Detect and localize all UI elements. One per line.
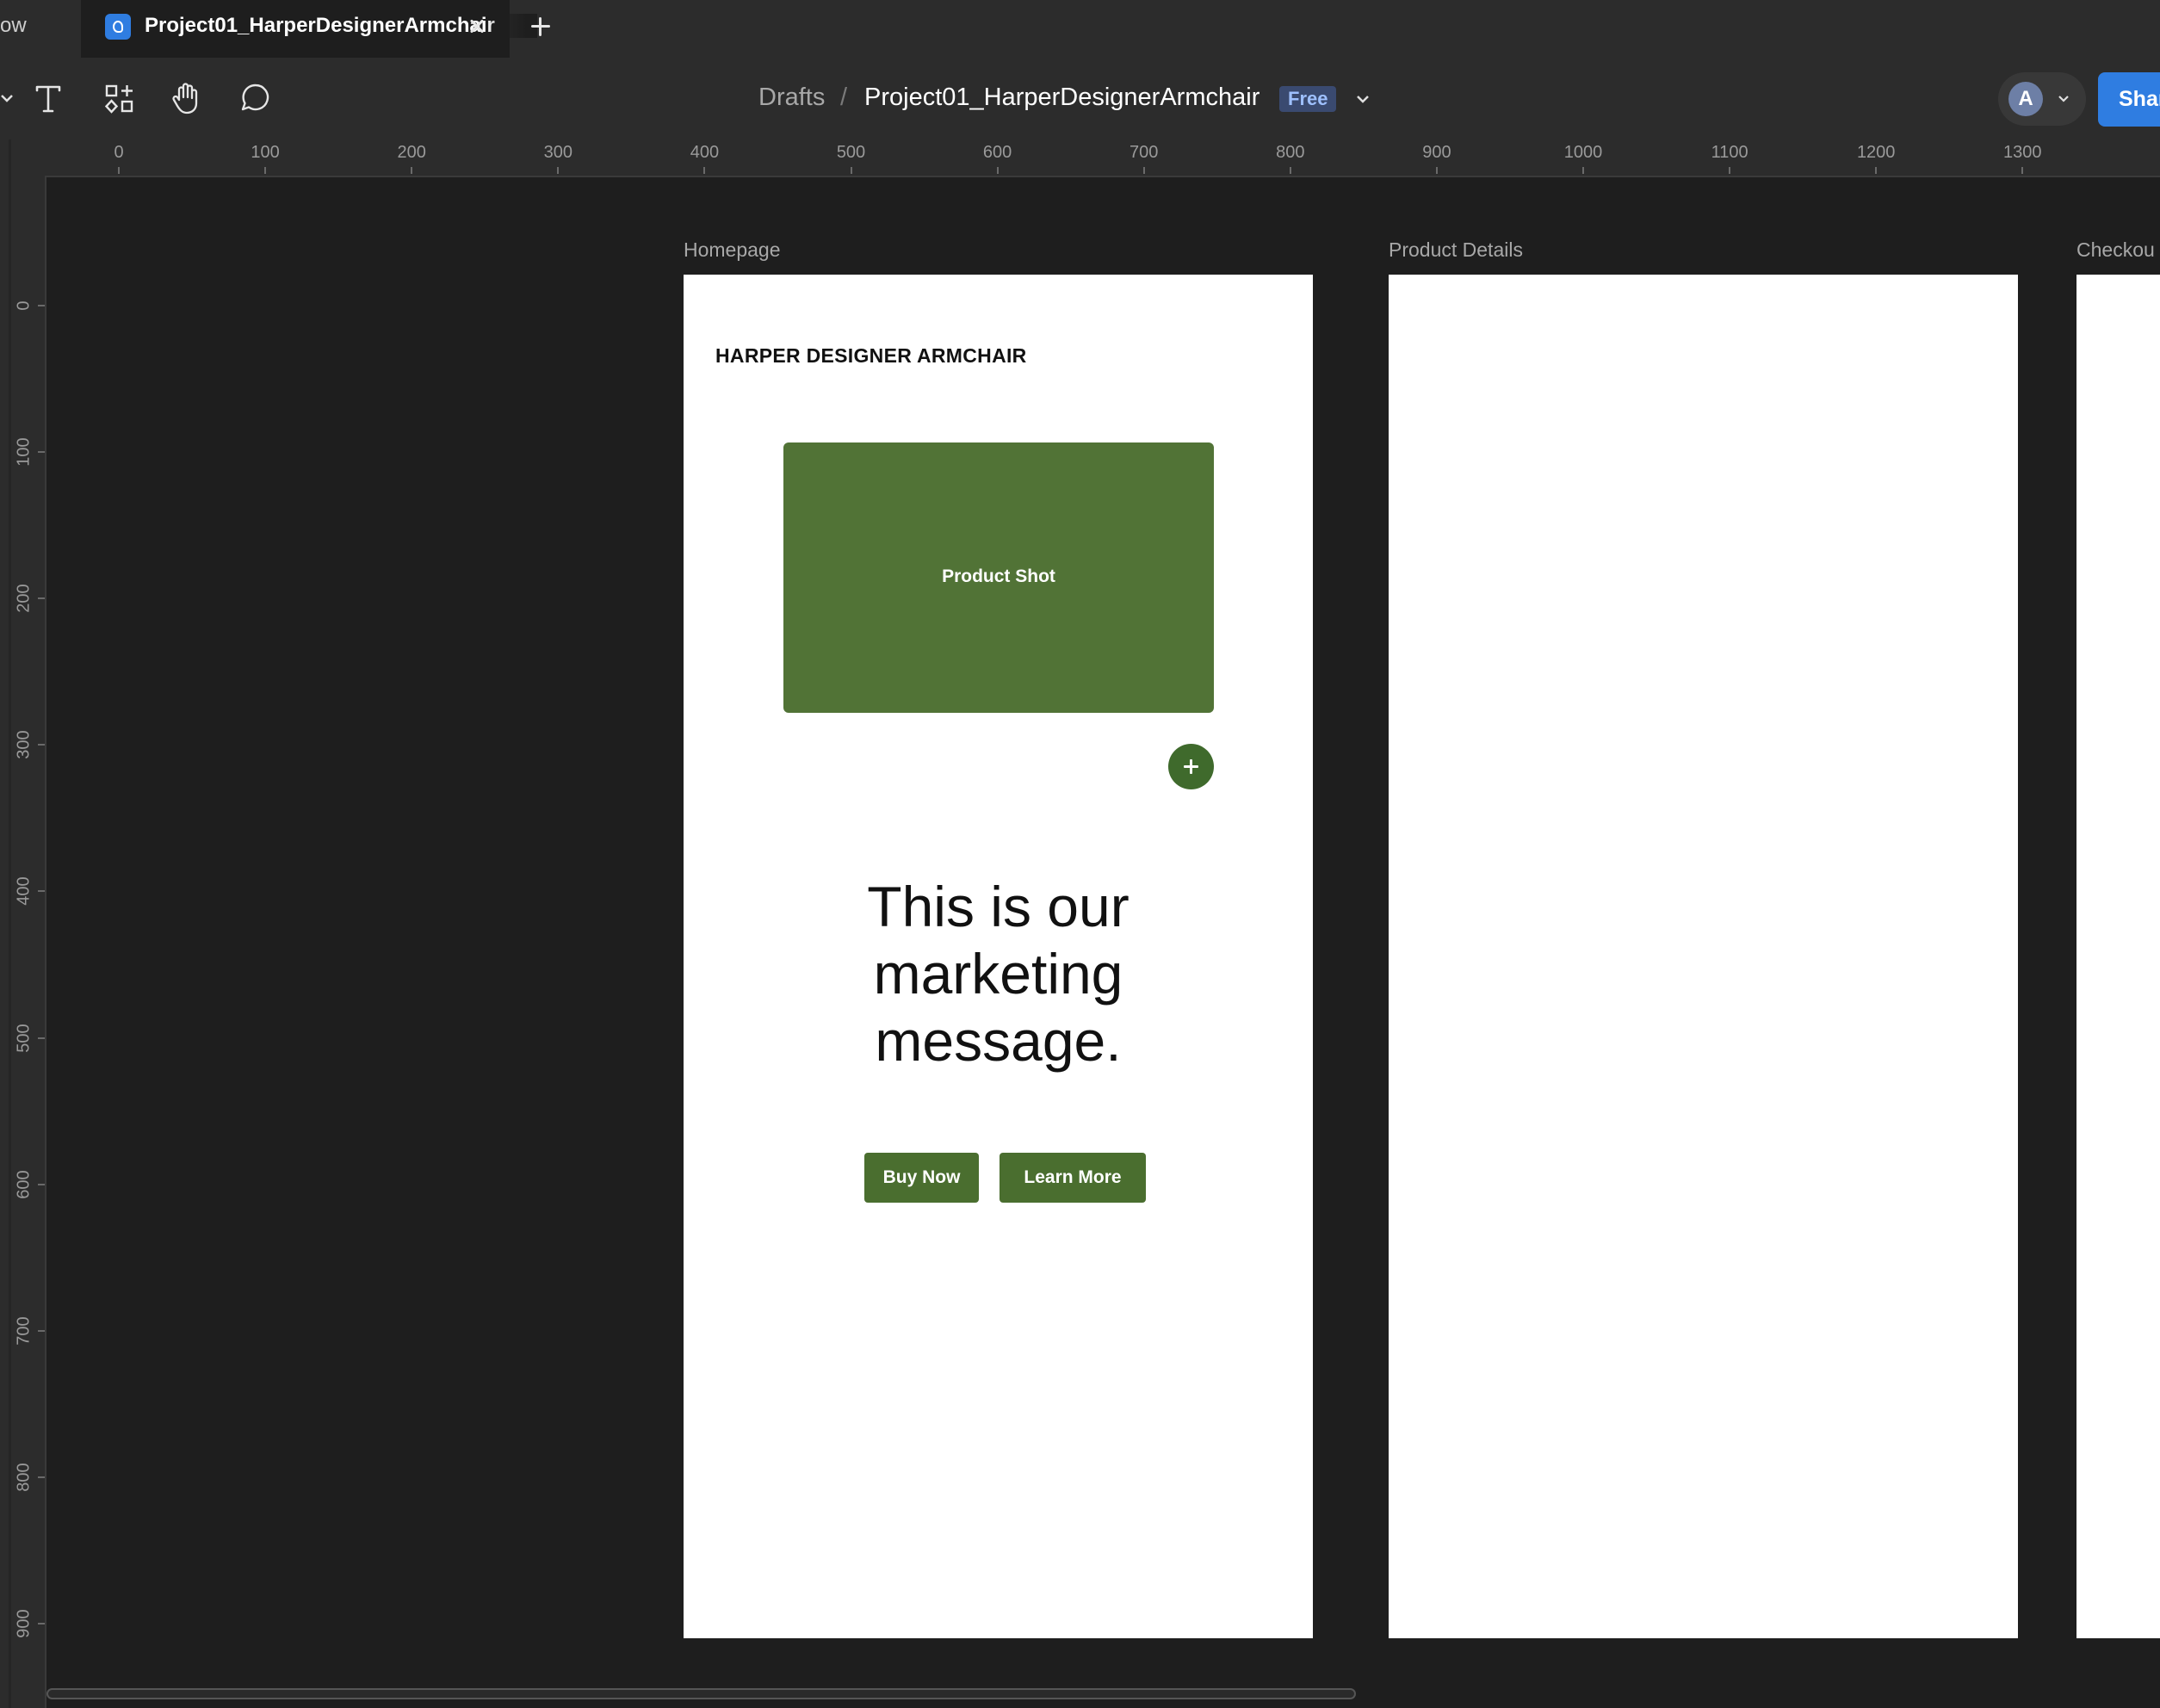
ruler-tick [557,167,560,174]
ruler-tick-label: 700 [1130,143,1159,162]
frame-product-details[interactable] [1389,275,2018,1638]
ruler-tick-label: 100 [251,143,280,162]
ruler-tick [38,1622,45,1624]
site-title[interactable]: HARPER DESIGNER ARMCHAIR [715,344,1027,368]
ruler-tick [38,451,45,454]
ruler-tick-label: 400 [690,143,720,162]
tab-previous-label: ow [0,14,27,37]
frame-label-product-details[interactable]: Product Details [1389,238,1523,262]
add-icon[interactable] [1168,744,1214,789]
ruler-tick-label: 900 [14,1609,34,1638]
avatar: A [2008,82,2043,116]
ruler-tick [1729,167,1731,174]
learn-more-button[interactable]: Learn More [1000,1153,1146,1203]
resources-icon[interactable] [97,77,140,120]
ruler-tick-label: 1100 [1711,143,1748,162]
ruler-tick-label: 600 [14,1169,34,1199]
ruler-tick-label: 1300 [2003,143,2042,162]
ruler-tick-label: 100 [14,437,34,467]
breadcrumb-separator: / [840,84,848,111]
frame-checkout[interactable] [2076,275,2160,1638]
ruler-tick-label: 300 [543,143,572,162]
marketing-line: marketing [873,942,1123,1006]
close-icon[interactable] [460,9,494,43]
ruler-tick [1142,167,1145,174]
ruler-tick [38,1183,45,1185]
ruler-tick-label: 0 [114,143,124,162]
ruler-tick [38,597,45,600]
ruler-tick-label: 200 [14,584,34,613]
new-tab-icon[interactable] [523,9,558,43]
ruler-tick [38,1329,45,1332]
frame-label-homepage[interactable]: Homepage [684,238,781,262]
marketing-line: message. [875,1009,1122,1073]
ruler-tick-label: 800 [1276,143,1305,162]
ruler-tick [996,167,999,174]
ruler-tick [850,167,852,174]
breadcrumb-drafts[interactable]: Drafts [758,84,825,112]
horizontal-ruler: 0 100 200 300 400 500 600 700 800 900 1000 1100 1200… [0,139,2160,177]
chevron-down-icon [2055,91,2072,107]
ruler-tick [118,167,120,174]
marketing-line: This is our [867,875,1130,938]
frame-label-checkout[interactable]: Checkou [2076,238,2155,262]
horizontal-scrollbar[interactable] [46,1688,1356,1699]
ruler-tick [1435,167,1438,174]
design-file-icon [105,14,131,40]
share-button[interactable]: Shar [2098,72,2160,127]
frame-homepage[interactable]: HARPER DESIGNER ARMCHAIR Product Shot Th… [684,275,1313,1638]
user-menu[interactable]: A [1998,72,2086,126]
tab-active-file[interactable]: Project01_HarperDesignerArmchair [81,0,537,58]
ruler-tick [38,305,45,306]
ruler-tick-label: 400 [14,876,34,907]
ruler-tick [1582,167,1584,174]
ruler-tick-label: 1000 [1563,143,1603,162]
text-tool-icon[interactable] [27,77,70,120]
tab-previous[interactable]: ow [0,0,83,58]
ruler-tick [2021,167,2024,174]
plan-badge: Free [1279,86,1337,112]
ruler-tick-label: 1200 [1856,143,1896,162]
product-shot-label: Product Shot [942,566,1055,586]
ruler-tick-label: 0 [14,300,34,311]
ruler-tick [38,1476,45,1478]
vertical-ruler: 0 100 200 300 400 500 600 700 800 900 [0,176,46,1708]
ruler-tick [38,744,45,746]
buy-now-button[interactable]: Buy Now [864,1153,979,1203]
ruler-tick-label: 500 [14,1023,34,1053]
ruler-tick-label: 800 [14,1463,34,1492]
ruler-tick-label: 300 [14,730,34,759]
hand-tool-icon[interactable] [165,77,208,120]
chevron-down-icon[interactable] [0,77,19,120]
toolbar: Drafts / Project01_HarperDesignerArmchai… [0,58,2160,141]
tab-bar: ow Project01_HarperDesignerArmchair [0,0,2160,58]
ruler-tick [38,1037,45,1039]
ruler-tick-label: 900 [1422,143,1451,162]
ruler-tick [1875,167,1878,174]
chevron-down-icon[interactable] [1350,89,1376,109]
breadcrumb-file-name[interactable]: Project01_HarperDesignerArmchair [864,84,1259,112]
ruler-tick [264,167,267,174]
ruler-tick-label: 200 [397,143,426,162]
ruler-edge [9,139,11,1708]
ruler-tick-label: 600 [982,143,1012,162]
ruler-tick-label: 500 [836,143,866,162]
ruler-tick-label: 700 [14,1316,34,1346]
marketing-message[interactable]: This is our marketing message. [684,873,1313,1074]
comment-icon[interactable] [234,77,277,120]
ruler-tick [703,167,706,174]
ruler-tick [38,890,45,893]
product-shot-placeholder[interactable]: Product Shot [783,442,1214,713]
ruler-tick [1289,167,1291,174]
ruler-tick [411,167,413,174]
